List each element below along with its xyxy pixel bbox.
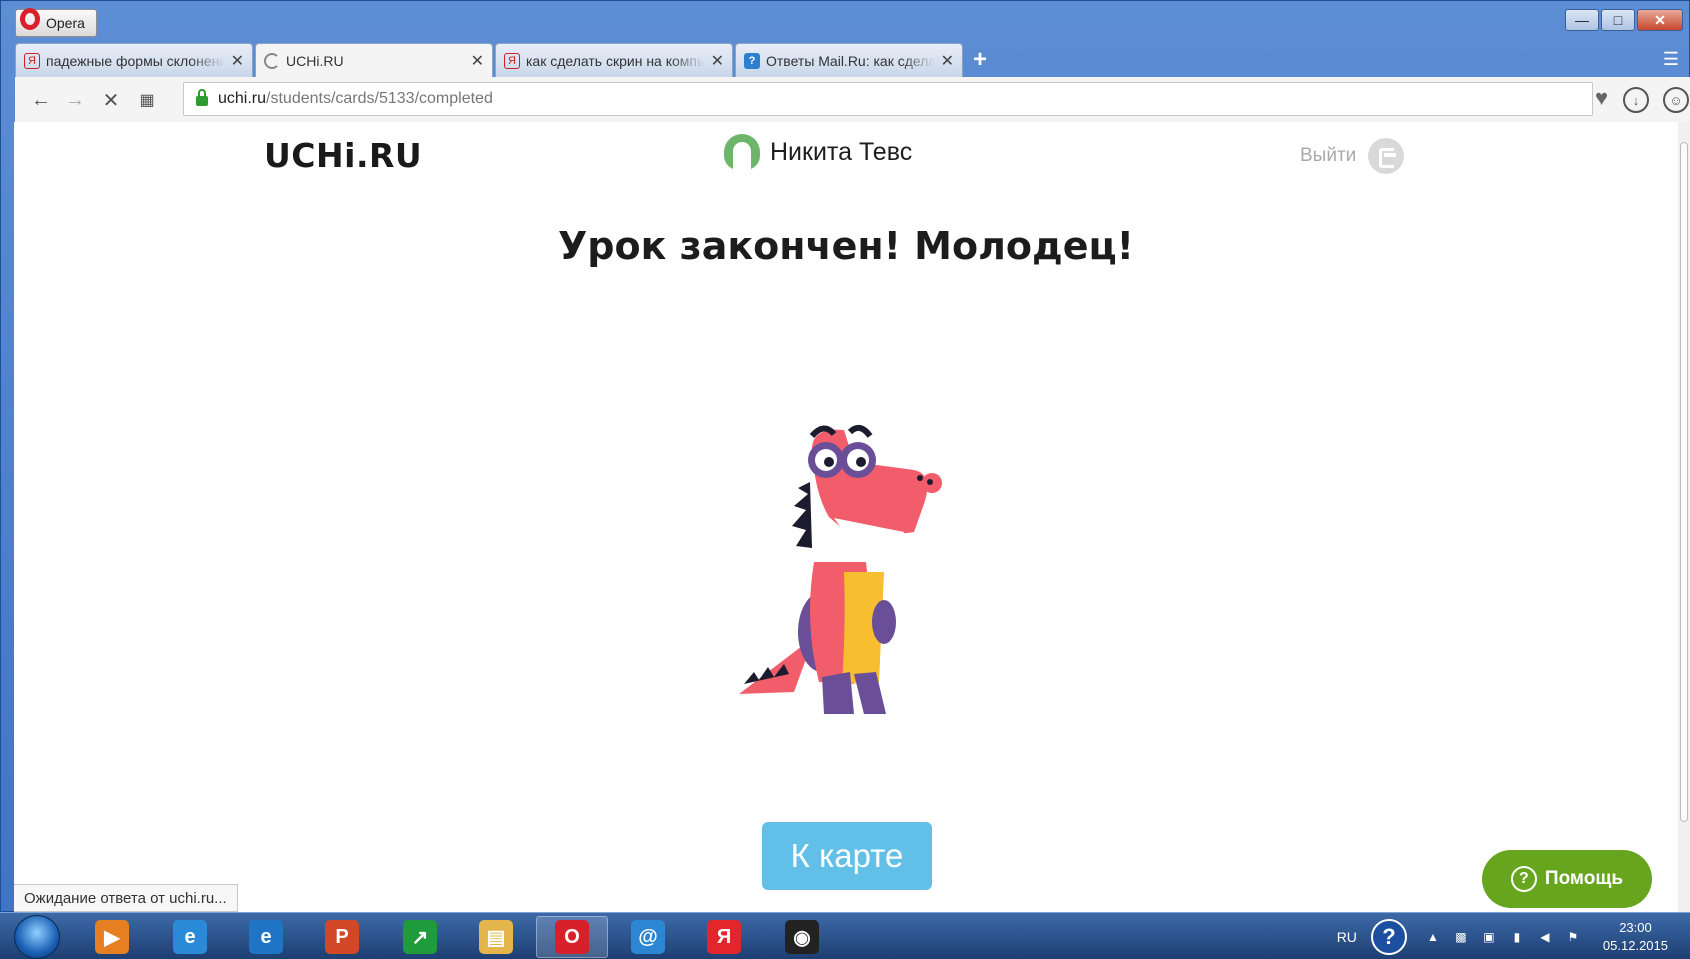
stocks-icon: ↗	[403, 920, 437, 954]
yandex-icon: Я	[504, 52, 520, 69]
taskbar-button-4[interactable]: ↗	[384, 916, 456, 958]
opera-menu-button[interactable]: Opera	[15, 8, 97, 37]
question-icon: ?	[744, 52, 760, 69]
clock[interactable]: 23:00 05.12.2015	[1603, 919, 1668, 955]
close-window-button[interactable]: ✕	[1637, 9, 1683, 31]
taskbar-button-3[interactable]: P	[306, 916, 378, 958]
tab-title: Ответы Mail.Ru: как сделать	[766, 52, 935, 69]
tab-title: UCHi.RU	[286, 52, 344, 69]
to-map-button[interactable]: К карте	[762, 822, 932, 890]
help-question-icon: ?	[1510, 866, 1537, 892]
volume-icon[interactable]: ◀	[1537, 929, 1553, 945]
page-scrollbar[interactable]	[1678, 122, 1690, 912]
new-tab-button[interactable]: +	[965, 43, 995, 77]
file-explorer-icon: ▤	[479, 920, 513, 954]
taskbar-button-0[interactable]: ▶	[76, 916, 148, 958]
tab-menu-icon[interactable]: ☰	[1663, 49, 1679, 70]
taskbar-button-7[interactable]: @	[612, 916, 684, 958]
opera-menu-label: Opera	[46, 15, 85, 31]
status-bar: Ожидание ответа от uchi.ru...	[14, 884, 238, 912]
loading-icon	[264, 52, 280, 69]
yandex-icon: Я	[24, 52, 40, 69]
url-host: uchi.ru	[218, 90, 267, 107]
app-icon: ◉	[785, 920, 819, 954]
action-center-flag-icon[interactable]: ⚑	[1565, 929, 1581, 945]
tab-0[interactable]: Я падежные формы склонения ✕	[15, 43, 253, 77]
language-indicator[interactable]: RU	[1337, 929, 1357, 945]
user-name: Никита Тевс	[770, 137, 913, 166]
help-label: Помощь	[1544, 868, 1624, 889]
bookmark-heart-icon[interactable]: ♥	[1595, 85, 1608, 111]
tab-title: как сделать скрин на компьютере	[526, 52, 705, 69]
system-tray: RU ? ▲ ▩ ▣ ▮ ◀ ⚑ 23:00 05.12.2015	[1337, 913, 1690, 959]
user-profile[interactable]: Никита Тевс	[724, 134, 912, 170]
ie-icon: e	[249, 920, 283, 954]
site-logo[interactable]: UCHi.RU	[264, 136, 422, 175]
account-icon[interactable]: ☺	[1663, 87, 1689, 113]
yandex-browser-icon: Я	[707, 920, 741, 954]
close-tab-icon[interactable]: ✕	[711, 51, 724, 71]
stop-loading-icon[interactable]: ✕	[97, 87, 125, 113]
media-player-icon: ▶	[95, 920, 129, 954]
power-tray-icon[interactable]: ▮	[1509, 929, 1525, 945]
avatar	[724, 134, 760, 170]
clock-time: 23:00	[1619, 919, 1652, 935]
help-button[interactable]: ? Помощь	[1482, 850, 1652, 908]
page-title: Урок закончен! Молодец!	[558, 224, 1134, 268]
show-hidden-icons-icon[interactable]: ▲	[1425, 929, 1441, 945]
minimize-button[interactable]: —	[1565, 9, 1599, 31]
tab-strip: Я падежные формы склонения ✕ UCHi.RU ✕ Я…	[15, 43, 995, 77]
taskbar-button-2[interactable]: e	[230, 916, 302, 958]
opera-taskbar-icon: O	[555, 920, 589, 954]
download-icon[interactable]: ↓	[1623, 87, 1649, 113]
window-controls: — □ ✕	[1565, 9, 1683, 31]
title-bar: Opera — □ ✕	[1, 1, 1689, 41]
url-path: /students/cards/5133/completed	[266, 90, 493, 107]
powerpoint-icon: P	[325, 920, 359, 954]
tab-2[interactable]: Я как сделать скрин на компьютере ✕	[495, 43, 733, 77]
address-bar[interactable]: uchi.ru/students/cards/5133/completed	[183, 82, 1593, 116]
taskbar-button-9[interactable]: ◉	[766, 916, 838, 958]
back-arrow-icon[interactable]: ←	[27, 87, 55, 113]
maximize-button[interactable]: □	[1601, 9, 1635, 31]
taskbar-button-6[interactable]: O	[536, 916, 608, 958]
mail-agent-icon: @	[631, 920, 665, 954]
tab-title: падежные формы склонения	[46, 52, 225, 69]
taskbar-button-5[interactable]: ▤	[460, 916, 532, 958]
page-viewport: UCHi.RU Никита Тевс Выйти Урок закончен!…	[14, 122, 1678, 912]
network-tray-icon[interactable]: ▩	[1453, 929, 1469, 945]
start-button[interactable]	[14, 915, 60, 959]
windows-taskbar: ▶ e e P ↗ ▤ O @ Я ◉ RU ? ▲ ▩ ▣ ▮ ◀ ⚑ 23:00 05.12.…	[0, 912, 1690, 959]
speed-dial-icon[interactable]: ▦	[133, 87, 161, 113]
tab-3[interactable]: ? Ответы Mail.Ru: как сделать ✕	[735, 43, 963, 77]
forward-arrow-icon[interactable]: →	[61, 87, 89, 113]
taskbar-button-8[interactable]: Я	[688, 916, 760, 958]
close-tab-icon[interactable]: ✕	[231, 51, 244, 71]
dinosaur-mascot-illustration	[739, 424, 942, 714]
taskbar-button-1[interactable]: e	[154, 916, 226, 958]
logout-link[interactable]: Выйти	[1300, 138, 1405, 174]
close-tab-icon[interactable]: ✕	[941, 51, 954, 71]
clock-date: 05.12.2015	[1602, 937, 1668, 953]
help-tray-icon[interactable]: ?	[1370, 918, 1407, 955]
ie-taskbar-icon: e	[173, 920, 207, 954]
scrollbar-thumb[interactable]	[1680, 142, 1688, 822]
display-tray-icon[interactable]: ▣	[1481, 929, 1497, 945]
lock-icon	[196, 89, 208, 106]
opera-logo-icon	[20, 8, 40, 30]
close-tab-icon[interactable]: ✕	[471, 51, 484, 71]
tab-1[interactable]: UCHi.RU ✕	[255, 43, 493, 77]
navigation-bar: ← → ✕ ▦ uchi.ru/students/cards/5133/comp…	[15, 77, 1690, 123]
logout-label: Выйти	[1300, 145, 1357, 166]
logout-icon	[1368, 138, 1405, 174]
